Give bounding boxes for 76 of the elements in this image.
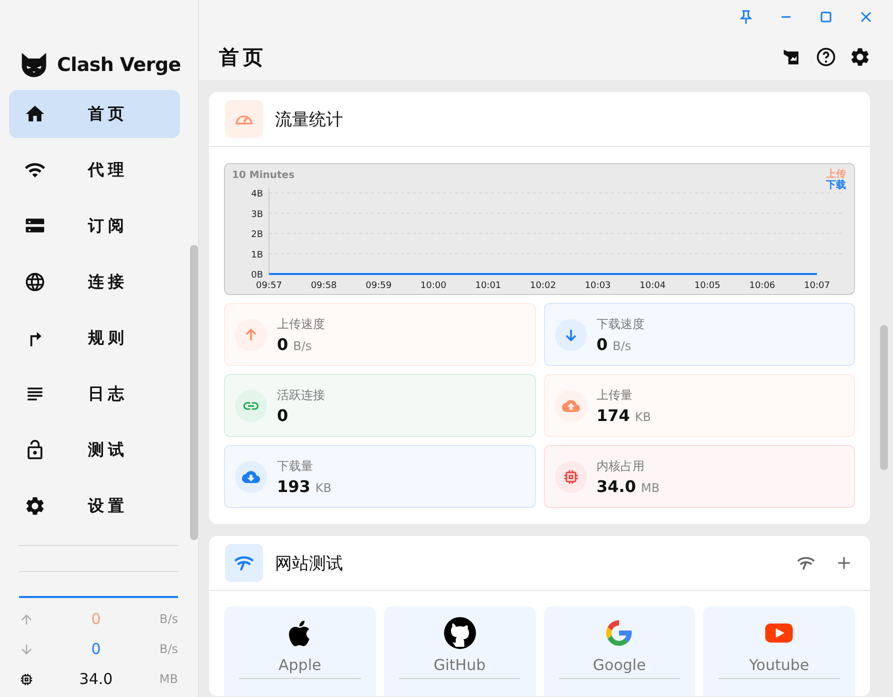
cat-logo-icon	[442, 616, 477, 650]
x-tick-label: 10:03	[584, 281, 611, 291]
down-arrow-icon	[19, 642, 34, 656]
stat-value: 0	[277, 406, 288, 424]
stat-unit: KB	[315, 480, 332, 494]
traffic-value: 0	[90, 610, 102, 628]
traffic-unit: B/s	[158, 612, 178, 626]
up-arrow-icon	[19, 612, 34, 626]
nav-item[interactable]: 订阅	[9, 202, 180, 250]
settings-icon[interactable]	[849, 46, 871, 68]
nav-item[interactable]: 测试	[9, 426, 180, 474]
nav-item[interactable]: 规则	[9, 314, 180, 362]
y-tick-label: 1B	[251, 250, 263, 260]
x-tick-label: 10:01	[475, 281, 502, 291]
traffic-unit: MB	[158, 672, 178, 686]
stat-label: 上传速度	[277, 316, 325, 332]
nav-item[interactable]: 首页	[9, 90, 180, 138]
globe-icon	[24, 271, 46, 293]
cat-icon	[19, 51, 49, 79]
stat-value: 193	[277, 476, 310, 496]
signal-icon	[225, 544, 263, 582]
traffic-value: 0	[90, 640, 102, 658]
legend-label: 上传	[826, 169, 846, 180]
traffic-unit: B/s	[158, 642, 178, 656]
stat-label: 下载速度	[596, 316, 644, 332]
x-tick-label: 10:00	[420, 281, 446, 291]
scrollbar[interactable]	[190, 245, 198, 540]
y-tick-label: 3B	[251, 210, 263, 220]
stat-label: 下载量	[277, 458, 314, 474]
site-tile[interactable]: Youtube	[703, 606, 855, 696]
chart-title: 10 Minutes	[232, 170, 295, 181]
site-tile[interactable]: Google	[544, 606, 696, 696]
y-tick-label: 4B	[251, 190, 263, 200]
nav-item[interactable]: 设置	[9, 482, 180, 530]
site-name: GitHub	[434, 656, 486, 674]
x-tick-label: 10:04	[640, 281, 666, 291]
traffic-value: 34.0	[78, 670, 114, 688]
nav-item[interactable]: 代理	[9, 146, 180, 194]
stat-value: 174	[596, 406, 630, 424]
stat-value: 0	[277, 334, 288, 354]
pin-icon[interactable]	[737, 8, 755, 26]
site-name: Google	[592, 656, 646, 674]
site-tile[interactable]: Apple	[224, 606, 376, 696]
stat-unit: KB	[634, 410, 652, 424]
site-name: Apple	[278, 656, 322, 674]
stat-unit: B/s	[293, 338, 312, 352]
x-tick-label: 09:58	[310, 281, 337, 291]
stat-value: 34.0	[596, 476, 636, 496]
stat-label: 内核占用	[596, 458, 646, 474]
x-tick-label: 09:59	[366, 281, 392, 291]
stat-value: 0	[596, 334, 608, 354]
scrollbar[interactable]	[880, 325, 888, 470]
card-title: 流量统计	[275, 108, 343, 130]
stat-label: 上传量	[596, 386, 634, 404]
x-tick-label: 10:07	[804, 281, 830, 291]
x-tick-label: 10:05	[694, 281, 720, 291]
site-name: Youtube	[749, 656, 810, 674]
chip-icon	[19, 672, 34, 686]
settings-icon	[24, 495, 46, 517]
nav-item[interactable]: 日志	[9, 370, 180, 418]
help-icon[interactable]	[815, 46, 837, 68]
card-title: 网站测试	[275, 552, 343, 574]
x-tick-label: 10:06	[749, 281, 776, 291]
gauge-icon	[225, 100, 263, 138]
legend-label: 下载	[826, 180, 846, 191]
y-tick-label: 2B	[251, 230, 263, 240]
app-name: Clash Verge	[57, 54, 181, 76]
y-tick-label: 0B	[251, 270, 263, 280]
nav-item[interactable]: 连接	[9, 258, 180, 306]
stat-label: 活跃连接	[277, 386, 325, 404]
stat-unit: B/s	[612, 338, 632, 352]
site-tile[interactable]: GitHub	[384, 606, 536, 696]
x-tick-label: 10:02	[530, 281, 556, 291]
x-tick-label: 09:57	[256, 281, 282, 291]
page-title: 首页	[219, 44, 267, 70]
stat-unit: MB	[640, 480, 660, 494]
